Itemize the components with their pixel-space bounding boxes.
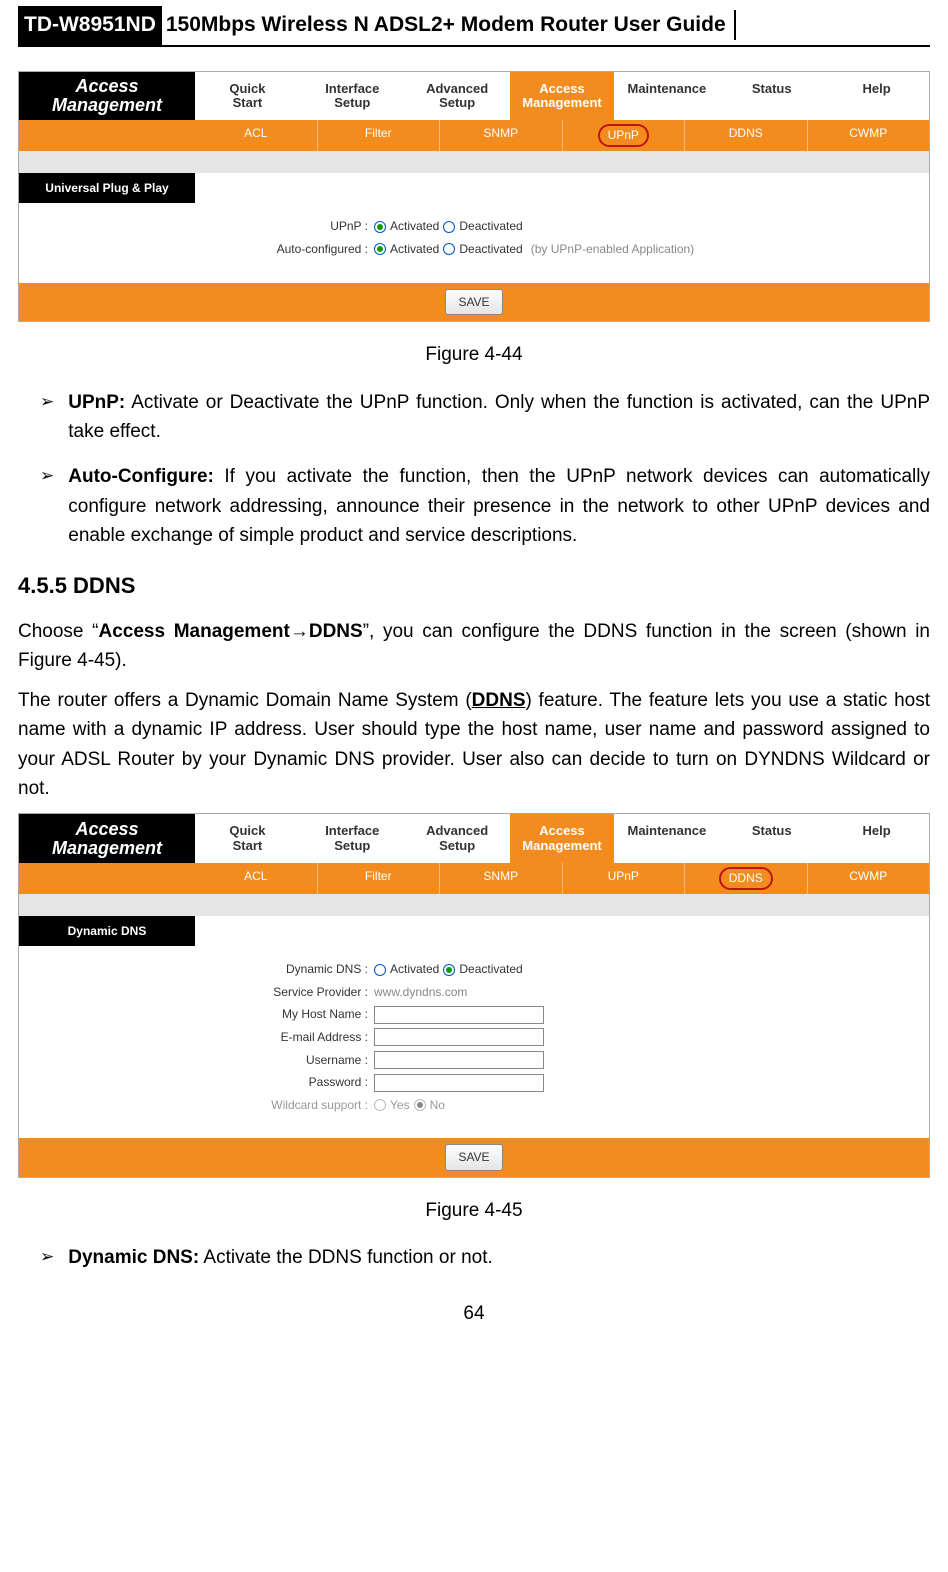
main-tabs-row: Access Management QuickStart InterfaceSe…	[19, 814, 929, 863]
arrow-bullet-icon: ➢	[40, 462, 54, 550]
save-button[interactable]: SAVE	[445, 1144, 502, 1171]
section-title-upnp: Universal Plug & Play	[19, 173, 195, 204]
subtab-acl[interactable]: ACL	[195, 863, 317, 894]
subtab-snmp[interactable]: SNMP	[439, 863, 562, 894]
doc-title: 150Mbps Wireless N ADSL2+ Modem Router U…	[162, 9, 734, 42]
tab-maintenance[interactable]: Maintenance	[614, 72, 719, 121]
username-input[interactable]	[374, 1051, 544, 1069]
ddns-activated-radio[interactable]	[374, 964, 386, 976]
save-row: SAVE	[19, 1138, 929, 1177]
ddns-deactivated-label: Deactivated	[459, 960, 522, 979]
tab-advanced-setup[interactable]: AdvancedSetup	[405, 72, 510, 121]
upnp-activated-radio[interactable]	[374, 221, 386, 233]
wildcard-no-label: No	[430, 1096, 445, 1115]
product-model: TD-W8951ND	[18, 6, 162, 45]
ui-breadcrumb-label: Access Management	[19, 814, 195, 863]
tab-help[interactable]: Help	[824, 814, 929, 863]
password-label: Password :	[19, 1073, 374, 1092]
auto-activated-radio[interactable]	[374, 243, 386, 255]
arrow-bullet-icon: ➢	[40, 1243, 54, 1272]
upnp-form: UPnP : Activated Deactivated Auto-config…	[19, 203, 929, 282]
save-row: SAVE	[19, 283, 929, 322]
bullet-list-2: ➢ Dynamic DNS: Activate the DDNS functio…	[40, 1243, 930, 1272]
wildcard-yes-radio[interactable]	[374, 1099, 386, 1111]
subtab-cwmp[interactable]: CWMP	[807, 120, 930, 151]
auto-deactivated-radio[interactable]	[443, 243, 455, 255]
subtab-filter[interactable]: Filter	[317, 863, 440, 894]
para-choose-ddns: Choose “Access Management→DDNS”, you can…	[18, 617, 930, 676]
sub-tabs-row: ACL Filter SNMP UPnP DDNS CWMP	[19, 120, 929, 151]
figure-4-44-screenshot: Access Management QuickStart InterfaceSe…	[18, 71, 930, 323]
figure-4-44-caption: Figure 4-44	[18, 340, 930, 369]
ui-breadcrumb-label: Access Management	[19, 72, 195, 121]
main-tabs-row: Access Management QuickStart InterfaceSe…	[19, 72, 929, 121]
upnp-activated-label: Activated	[390, 217, 439, 236]
tab-advanced-setup[interactable]: AdvancedSetup	[405, 814, 510, 863]
tab-status[interactable]: Status	[719, 814, 824, 863]
provider-label: Service Provider :	[19, 983, 374, 1002]
ddns-form: Dynamic DNS : Activated Deactivated Serv…	[19, 946, 929, 1138]
upnp-label: UPnP :	[19, 217, 374, 236]
sub-tabs-row: ACL Filter SNMP UPnP DDNS CWMP	[19, 863, 929, 894]
wildcard-label: Wildcard support :	[19, 1096, 374, 1115]
tab-help[interactable]: Help	[824, 72, 929, 121]
heading-455-ddns: 4.5.5 DDNS	[18, 569, 930, 603]
password-input[interactable]	[374, 1074, 544, 1092]
save-button[interactable]: SAVE	[445, 289, 502, 316]
subtab-cwmp[interactable]: CWMP	[807, 863, 930, 894]
provider-value: www.dyndns.com	[374, 983, 467, 1002]
username-label: Username :	[19, 1051, 374, 1070]
figure-4-45-caption: Figure 4-45	[18, 1196, 930, 1225]
email-input[interactable]	[374, 1028, 544, 1046]
bullet-upnp: ➢ UPnP: Activate or Deactivate the UPnP …	[40, 388, 930, 447]
tab-quick-start[interactable]: QuickStart	[195, 814, 300, 863]
subtab-upnp[interactable]: UPnP	[562, 863, 685, 894]
wildcard-yes-label: Yes	[390, 1096, 410, 1115]
page-number: 64	[18, 1299, 930, 1328]
ddns-activated-label: Activated	[390, 960, 439, 979]
gray-strip	[19, 894, 929, 916]
tab-access-management[interactable]: AccessManagement	[510, 814, 615, 863]
host-label: My Host Name :	[19, 1005, 374, 1024]
tab-interface-setup[interactable]: InterfaceSetup	[300, 814, 405, 863]
gray-strip	[19, 151, 929, 173]
figure-4-45-screenshot: Access Management QuickStart InterfaceSe…	[18, 813, 930, 1178]
wildcard-no-radio[interactable]	[414, 1099, 426, 1111]
subtab-snmp[interactable]: SNMP	[439, 120, 562, 151]
subtab-acl[interactable]: ACL	[195, 120, 317, 151]
upnp-deactivated-radio[interactable]	[443, 221, 455, 233]
bullet-dynamic-dns: ➢ Dynamic DNS: Activate the DDNS functio…	[40, 1243, 930, 1272]
bullet-auto-configure: ➢ Auto-Configure: If you activate the fu…	[40, 462, 930, 550]
tab-maintenance[interactable]: Maintenance	[614, 814, 719, 863]
email-label: E-mail Address :	[19, 1028, 374, 1047]
auto-deactivated-label: Deactivated	[459, 240, 522, 259]
section-title-ddns: Dynamic DNS	[19, 916, 195, 947]
auto-activated-label: Activated	[390, 240, 439, 259]
subtab-upnp[interactable]: UPnP	[562, 120, 685, 151]
tab-quick-start[interactable]: QuickStart	[195, 72, 300, 121]
subtab-ddns[interactable]: DDNS	[684, 120, 807, 151]
ddns-label: Dynamic DNS :	[19, 960, 374, 979]
arrow-bullet-icon: ➢	[40, 388, 54, 447]
page-header: TD-W8951ND 150Mbps Wireless N ADSL2+ Mod…	[18, 0, 930, 47]
tab-access-management[interactable]: AccessManagement	[510, 72, 615, 121]
subtab-ddns[interactable]: DDNS	[684, 863, 807, 894]
tab-status[interactable]: Status	[719, 72, 824, 121]
upnp-deactivated-label: Deactivated	[459, 217, 522, 236]
auto-configured-label: Auto-configured :	[19, 240, 374, 259]
tab-interface-setup[interactable]: InterfaceSetup	[300, 72, 405, 121]
bullet-list-1: ➢ UPnP: Activate or Deactivate the UPnP …	[40, 388, 930, 551]
header-divider	[734, 10, 736, 40]
host-input[interactable]	[374, 1006, 544, 1024]
subtab-filter[interactable]: Filter	[317, 120, 440, 151]
auto-note: (by UPnP-enabled Application)	[531, 240, 694, 259]
para-ddns-desc: The router offers a Dynamic Domain Name …	[18, 686, 930, 804]
ddns-deactivated-radio[interactable]	[443, 964, 455, 976]
